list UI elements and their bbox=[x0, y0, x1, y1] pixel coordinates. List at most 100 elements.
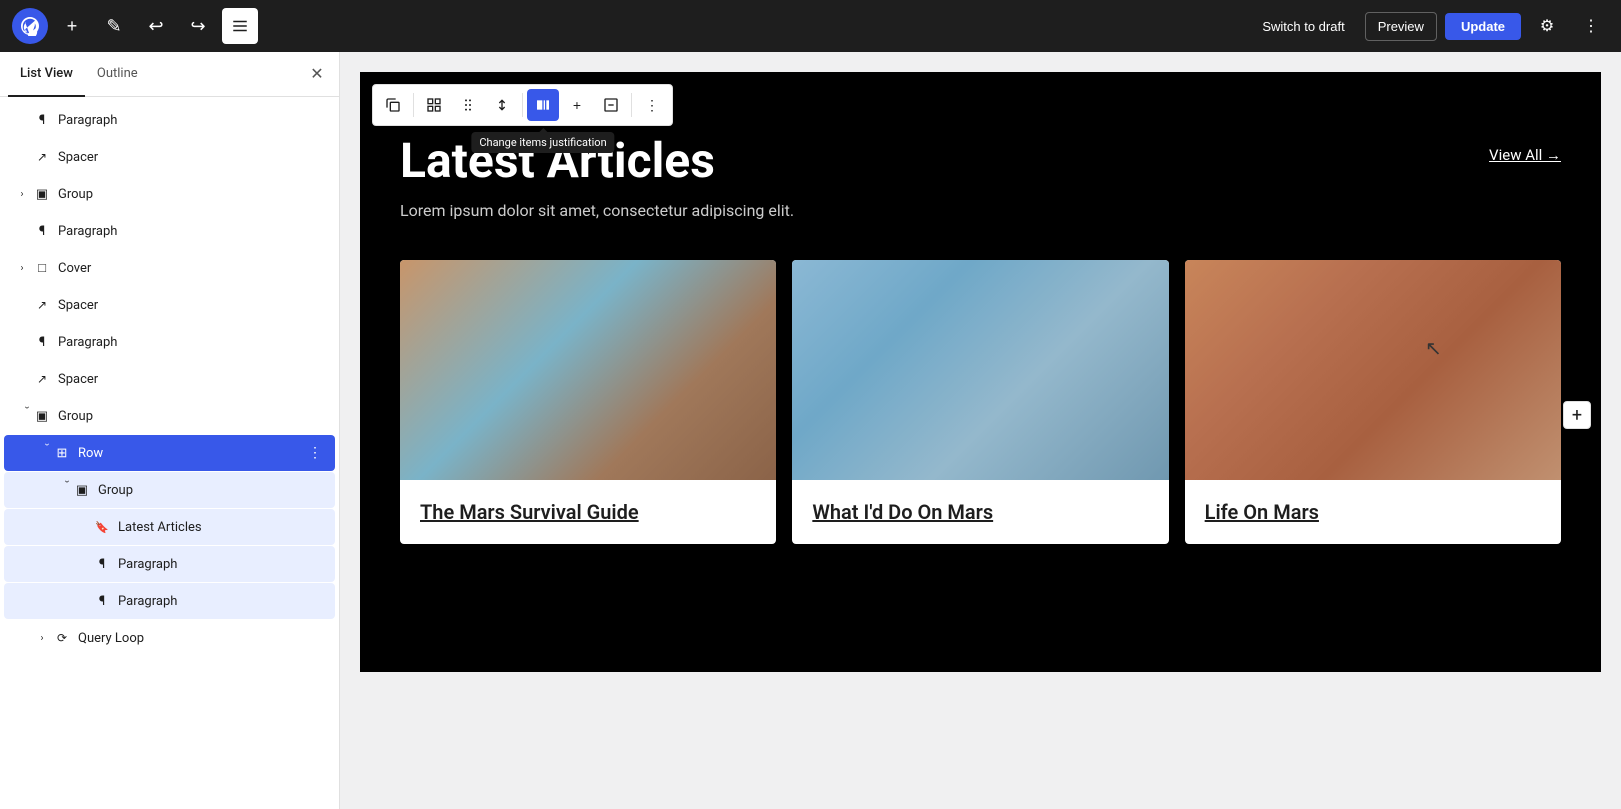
group-icon: ▣ bbox=[32, 406, 52, 426]
update-button[interactable]: Update bbox=[1445, 13, 1521, 40]
list-item-row[interactable]: › ⊞ Row ⋮ bbox=[4, 435, 335, 471]
add-block-canvas-button[interactable]: + bbox=[1563, 401, 1591, 429]
toolbar-divider-2 bbox=[522, 93, 523, 117]
article-title-1[interactable]: The Mars Survival Guide bbox=[420, 500, 756, 524]
row-icon: ⊞ bbox=[52, 443, 72, 463]
preview-button[interactable]: Preview bbox=[1365, 12, 1437, 41]
move-button[interactable] bbox=[486, 89, 518, 121]
view-all-link[interactable]: View All → bbox=[1489, 146, 1561, 164]
sidebar: List View Outline ✕ ¶ Paragraph ↗ Spacer… bbox=[0, 52, 340, 809]
list-item-paragraph-3[interactable]: ¶ Paragraph bbox=[4, 324, 335, 360]
article-body-3: Life On Mars bbox=[1185, 480, 1561, 544]
list-item-group-3[interactable]: › ▣ Group bbox=[4, 472, 335, 508]
tab-outline[interactable]: Outline bbox=[85, 52, 150, 97]
block-toolbar: Change items justification + ⋮ bbox=[372, 84, 673, 126]
canvas-area: Change items justification + ⋮ Latest Ar… bbox=[340, 52, 1621, 809]
expand-placeholder bbox=[12, 295, 32, 315]
paragraph-icon: ¶ bbox=[92, 554, 112, 574]
chevron-down-icon: › bbox=[12, 406, 32, 426]
article-image-3 bbox=[1185, 260, 1561, 480]
topbar-left: + ✎ ↩ ↪ bbox=[12, 8, 258, 44]
list-item-paragraph-1[interactable]: ¶ Paragraph bbox=[4, 102, 335, 138]
list-item-cover[interactable]: › □ Cover bbox=[4, 250, 335, 286]
undo-button[interactable]: ↩ bbox=[138, 8, 174, 44]
main-layout: List View Outline ✕ ¶ Paragraph ↗ Spacer… bbox=[0, 52, 1621, 809]
block-label: Spacer bbox=[58, 298, 327, 313]
expand-placeholder bbox=[72, 517, 92, 537]
more-options-button[interactable]: ⋮ bbox=[1573, 8, 1609, 44]
list-item-query-loop[interactable]: › ⟳ Query Loop bbox=[4, 620, 335, 656]
expand-placeholder bbox=[72, 591, 92, 611]
spacer-icon: ↗ bbox=[32, 369, 52, 389]
list-item-latest-articles[interactable]: 🔖 Latest Articles bbox=[4, 509, 335, 545]
chevron-down-icon: › bbox=[52, 480, 72, 500]
article-card-3[interactable]: Life On Mars bbox=[1185, 260, 1561, 544]
add-block-topbar-button[interactable]: + bbox=[54, 8, 90, 44]
article-body-1: The Mars Survival Guide bbox=[400, 480, 776, 544]
chevron-down-icon: › bbox=[32, 443, 52, 463]
article-image-2 bbox=[792, 260, 1168, 480]
query-loop-icon: ⟳ bbox=[52, 628, 72, 648]
align-button[interactable] bbox=[418, 89, 450, 121]
paragraph-icon: ¶ bbox=[32, 110, 52, 130]
paragraph-icon: ¶ bbox=[92, 591, 112, 611]
expand-placeholder bbox=[12, 332, 32, 352]
settings-button[interactable]: ⚙ bbox=[1529, 8, 1565, 44]
block-label: Spacer bbox=[58, 372, 327, 387]
list-item-paragraph-5[interactable]: ¶ Paragraph bbox=[4, 583, 335, 619]
list-item-group-2[interactable]: › ▣ Group bbox=[4, 398, 335, 434]
expand-placeholder bbox=[12, 110, 32, 130]
article-title-2[interactable]: What I'd Do On Mars bbox=[812, 500, 1148, 524]
article-card-1[interactable]: The Mars Survival Guide bbox=[400, 260, 776, 544]
group-icon: ▣ bbox=[72, 480, 92, 500]
chevron-right-icon: › bbox=[12, 184, 32, 204]
add-inline-button[interactable]: + bbox=[561, 89, 593, 121]
expand-placeholder bbox=[12, 221, 32, 241]
paragraph-icon: ¶ bbox=[32, 332, 52, 352]
paragraph-icon: ¶ bbox=[32, 221, 52, 241]
block-label: Spacer bbox=[58, 150, 327, 165]
list-view-button[interactable] bbox=[222, 8, 258, 44]
list-item-group-1[interactable]: › ▣ Group bbox=[4, 176, 335, 212]
wrap-button[interactable] bbox=[595, 89, 627, 121]
list-item-spacer-1[interactable]: ↗ Spacer bbox=[4, 139, 335, 175]
toolbar-divider bbox=[413, 93, 414, 117]
latest-articles-icon: 🔖 bbox=[92, 517, 112, 537]
list-item-spacer-3[interactable]: ↗ Spacer bbox=[4, 361, 335, 397]
redo-button[interactable]: ↪ bbox=[180, 8, 216, 44]
wordpress-logo[interactable] bbox=[12, 8, 48, 44]
tab-list-view[interactable]: List View bbox=[8, 52, 85, 97]
block-label: Paragraph bbox=[58, 113, 327, 128]
switch-to-draft-button[interactable]: Switch to draft bbox=[1250, 13, 1356, 40]
justify-button[interactable] bbox=[527, 89, 559, 121]
sidebar-tabs: List View Outline ✕ bbox=[0, 52, 339, 97]
list-item-spacer-2[interactable]: ↗ Spacer bbox=[4, 287, 335, 323]
block-label: Paragraph bbox=[118, 594, 327, 609]
section-description: Lorem ipsum dolor sit amet, consectetur … bbox=[400, 201, 1561, 220]
list-item-paragraph-4[interactable]: ¶ Paragraph bbox=[4, 546, 335, 582]
block-label: Query Loop bbox=[78, 631, 327, 646]
more-block-options-button[interactable]: ⋮ bbox=[636, 89, 668, 121]
block-label: Group bbox=[58, 187, 327, 202]
canvas-content: Change items justification + ⋮ Latest Ar… bbox=[360, 72, 1601, 672]
chevron-right-icon: › bbox=[32, 628, 52, 648]
duplicate-block-button[interactable] bbox=[377, 89, 409, 121]
list-item-paragraph-2[interactable]: ¶ Paragraph bbox=[4, 213, 335, 249]
block-label: Paragraph bbox=[58, 224, 327, 239]
article-card-2[interactable]: What I'd Do On Mars bbox=[792, 260, 1168, 544]
block-label: Group bbox=[58, 409, 327, 424]
article-image-1 bbox=[400, 260, 776, 480]
block-label: Row bbox=[78, 446, 303, 461]
section-title: Latest Articles bbox=[400, 132, 715, 189]
article-title-3[interactable]: Life On Mars bbox=[1205, 500, 1541, 524]
expand-placeholder bbox=[72, 554, 92, 574]
sidebar-close-button[interactable]: ✕ bbox=[303, 60, 331, 88]
drag-handle-button[interactable] bbox=[452, 89, 484, 121]
chevron-right-icon: › bbox=[12, 258, 32, 278]
group-icon: ▣ bbox=[32, 184, 52, 204]
edit-mode-button[interactable]: ✎ bbox=[96, 8, 132, 44]
block-label: Paragraph bbox=[118, 557, 327, 572]
expand-placeholder bbox=[12, 147, 32, 167]
row-options-icon[interactable]: ⋮ bbox=[303, 441, 327, 465]
spacer-icon: ↗ bbox=[32, 147, 52, 167]
